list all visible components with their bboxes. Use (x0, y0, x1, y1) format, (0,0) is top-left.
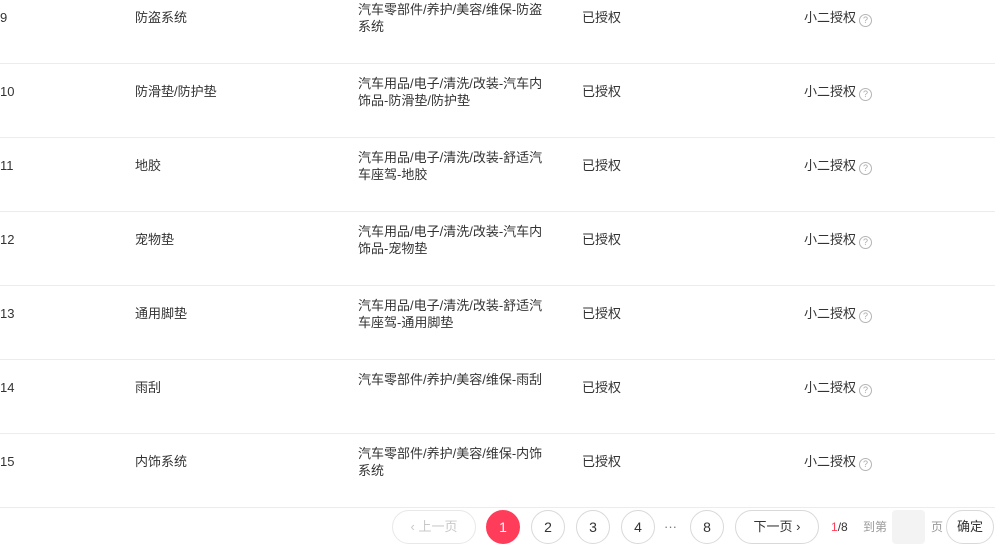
question-circle-icon[interactable]: ? (859, 384, 873, 397)
question-circle-icon[interactable]: ? (859, 310, 873, 323)
table-row: 10 防滑垫/防护垫 汽车用品/电子/清洗/改装-汽车内饰品-防滑垫/防护垫 已… (0, 64, 995, 138)
category-name: 防滑垫/防护垫 (135, 84, 217, 99)
category-name: 防盗系统 (135, 10, 188, 25)
auth-status: 已授权 (582, 454, 622, 469)
goto-prefix: 到第 (863, 520, 888, 534)
category-name: 地胶 (135, 158, 162, 173)
page-button-8[interactable]: 8 (690, 510, 724, 544)
category-path: 汽车零部件/养护/美容/维保-防盗系统 (358, 2, 543, 34)
category-path: 汽车用品/电子/清洗/改装-汽车内饰品-宠物垫 (358, 224, 543, 256)
category-path: 汽车零部件/养护/美容/维保-雨刮 (358, 372, 543, 387)
auth-type: 小二授权? (804, 360, 873, 433)
question-circle-icon[interactable]: ? (859, 458, 873, 471)
category-name: 雨刮 (135, 380, 162, 395)
auth-status: 已授权 (582, 84, 622, 99)
category-name: 通用脚垫 (135, 306, 188, 321)
auth-type: 小二授权? (804, 0, 873, 63)
question-circle-icon[interactable]: ? (859, 88, 873, 101)
auth-status: 已授权 (582, 380, 622, 395)
auth-status: 已授权 (582, 158, 622, 173)
row-index: 14 (0, 380, 15, 395)
auth-type: 小二授权? (804, 212, 873, 285)
category-path: 汽车用品/电子/清洗/改装-舒适汽车座驾-地胶 (358, 150, 543, 182)
page-button-2[interactable]: 2 (531, 510, 565, 544)
auth-type: 小二授权? (804, 64, 873, 137)
row-index: 13 (0, 306, 15, 321)
page-button-4[interactable]: 4 (621, 510, 655, 544)
auth-type-label: 小二授权 (804, 10, 857, 25)
next-page-label: 下一页 (753, 519, 793, 534)
auth-type-label: 小二授权 (804, 454, 857, 469)
category-name: 内饰系统 (135, 454, 188, 469)
table-row: 13 通用脚垫 汽车用品/电子/清洗/改装-舒适汽车座驾-通用脚垫 已授权 小二… (0, 286, 995, 360)
category-path: 汽车用品/电子/清洗/改装-汽车内饰品-防滑垫/防护垫 (358, 76, 543, 108)
table-row: 11 地胶 汽车用品/电子/清洗/改装-舒适汽车座驾-地胶 已授权 小二授权? (0, 138, 995, 212)
prev-page-button[interactable]: ‹ 上一页 (392, 510, 476, 544)
table-row: 12 宠物垫 汽车用品/电子/清洗/改装-汽车内饰品-宠物垫 已授权 小二授权? (0, 212, 995, 286)
total-pages: /8 (837, 520, 848, 534)
table-row: 15 内饰系统 汽车零部件/养护/美容/维保-内饰系统 已授权 小二授权? (0, 434, 995, 508)
current-page: 1 (831, 520, 838, 534)
page-indicator: 1/8 (831, 510, 848, 544)
pagination: ‹ 上一页 1 2 3 4 ··· 8 下一页 › 1/8 到第 页 确定 (0, 510, 995, 550)
question-circle-icon[interactable]: ? (859, 14, 873, 27)
row-index: 10 (0, 84, 15, 99)
chevron-right-icon: › (792, 519, 801, 534)
question-circle-icon[interactable]: ? (859, 236, 873, 249)
category-path: 汽车用品/电子/清洗/改装-舒适汽车座驾-通用脚垫 (358, 298, 543, 330)
auth-status: 已授权 (582, 306, 622, 321)
category-path: 汽车零部件/养护/美容/维保-内饰系统 (358, 446, 543, 478)
auth-type-label: 小二授权 (804, 84, 857, 99)
auth-type: 小二授权? (804, 434, 873, 507)
next-page-button[interactable]: 下一页 › (735, 510, 819, 544)
goto-suffix: 页 (931, 520, 944, 534)
table-row: 14 雨刮 汽车零部件/养护/美容/维保-雨刮 已授权 小二授权? (0, 360, 995, 434)
table-row: 9 防盗系统 汽车零部件/养护/美容/维保-防盗系统 已授权 小二授权? (0, 0, 995, 64)
page-ellipsis: ··· (664, 519, 677, 534)
auth-status: 已授权 (582, 10, 622, 25)
question-circle-icon[interactable]: ? (859, 162, 873, 175)
page-button-1[interactable]: 1 (486, 510, 520, 544)
page-button-3[interactable]: 3 (576, 510, 610, 544)
auth-type-label: 小二授权 (804, 158, 857, 173)
row-index: 15 (0, 454, 15, 469)
auth-type-label: 小二授权 (804, 380, 857, 395)
row-index: 9 (0, 10, 8, 25)
auth-type-label: 小二授权 (804, 306, 857, 321)
row-index: 11 (0, 158, 14, 173)
auth-type-label: 小二授权 (804, 232, 857, 247)
goto-page-input[interactable] (892, 510, 925, 544)
auth-type: 小二授权? (804, 138, 873, 211)
auth-type: 小二授权? (804, 286, 873, 359)
auth-status: 已授权 (582, 232, 622, 247)
prev-page-label: 上一页 (418, 519, 458, 534)
authorization-table: 9 防盗系统 汽车零部件/养护/美容/维保-防盗系统 已授权 小二授权? 10 … (0, 0, 995, 508)
row-index: 12 (0, 232, 15, 247)
category-name: 宠物垫 (135, 232, 175, 247)
confirm-button[interactable]: 确定 (946, 510, 994, 544)
